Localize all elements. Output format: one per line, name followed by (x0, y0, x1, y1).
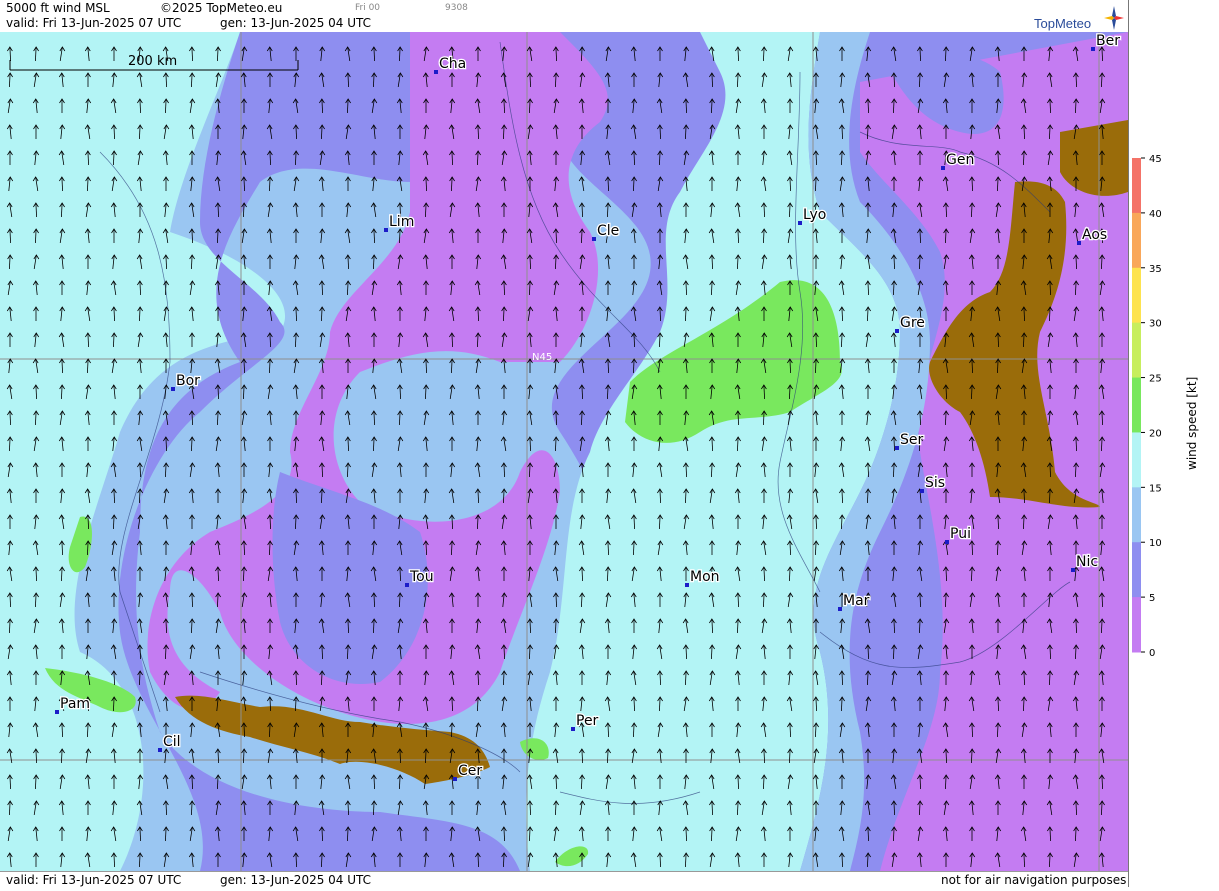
city-marker-icon (1091, 47, 1095, 51)
chart-title: 5000 ft wind MSL (6, 1, 110, 15)
valid-time: valid: Fri 13-Jun-2025 07 UTC (6, 16, 182, 30)
run-code: 9308 (445, 3, 468, 13)
city-label: Lim (389, 214, 414, 230)
legend-tick-label: 35 (1149, 264, 1162, 275)
legend-panel: 45 40 35 30 25 20 15 10 5 0 (1128, 0, 1219, 887)
legend-swatch (1132, 432, 1141, 488)
legend-swatch (1132, 487, 1141, 543)
legend-tick-label: 15 (1149, 483, 1162, 494)
city-marker-icon (405, 583, 409, 587)
city-marker-icon (941, 166, 945, 170)
city-marker-icon (895, 329, 899, 333)
map-svg: N45 200 km Cha Ber Gen Lim Cle LyoAosGreBorSe… (0, 32, 1128, 871)
city-label: Mar (843, 593, 870, 609)
legend-swatch (1132, 377, 1141, 433)
footer-valid-time: valid: Fri 13-Jun-2025 07 UTC (6, 873, 182, 887)
copyright-text: ©2025 TopMeteo.eu (160, 1, 283, 15)
city-label: Sis (925, 475, 945, 491)
grid-label-n45: N45 (532, 352, 552, 363)
legend-tick-label: 10 (1149, 538, 1162, 549)
city-label: Aos (1082, 227, 1107, 243)
legend-label: wind speed [kt] (1185, 376, 1199, 470)
city-label: Per (576, 713, 599, 729)
city-marker-icon (55, 710, 59, 714)
legend-colorbar: 45 40 35 30 25 20 15 10 5 0 (1132, 154, 1162, 659)
disclaimer-text: not for air navigation purposes (941, 873, 1127, 887)
legend-tick-label: 45 (1149, 154, 1162, 165)
legend-swatch (1132, 158, 1141, 214)
city-marker-icon (1077, 241, 1081, 245)
city-label: Cer (458, 763, 482, 779)
city-label: Gre (900, 315, 925, 331)
city-marker-icon (838, 607, 842, 611)
footer-bar: valid: Fri 13-Jun-2025 07 UTC gen: 13-Ju… (0, 871, 1128, 888)
city-label: Mon (690, 569, 720, 585)
city-label: Tou (409, 569, 434, 585)
city-marker-icon (171, 387, 175, 391)
compass-star-icon (1104, 6, 1124, 30)
city-label: Lyo (803, 207, 826, 223)
legend-swatch (1132, 322, 1141, 379)
legend-tick-label: 20 (1149, 428, 1162, 439)
city-label: Cha (439, 56, 466, 72)
city-marker-icon (571, 727, 575, 731)
city-marker-icon (945, 540, 949, 544)
city-marker-icon (685, 583, 689, 587)
city-label: Gen (946, 152, 974, 168)
city-marker-icon (592, 237, 596, 241)
city-label: Ber (1096, 33, 1120, 49)
run-label: Fri 00 (355, 3, 381, 13)
legend-swatch (1132, 542, 1141, 598)
legend-tick-label: 0 (1149, 648, 1155, 659)
city-marker-icon (434, 70, 438, 74)
legend-tick-label: 40 (1149, 209, 1162, 220)
generated-time: gen: 13-Jun-2025 04 UTC (220, 16, 372, 30)
city-label: Bor (176, 373, 200, 389)
city-label: Cil (163, 734, 181, 750)
city-label: Pui (950, 526, 971, 542)
city-marker-icon (1071, 568, 1075, 572)
city-marker-icon (920, 489, 924, 493)
legend-swatch (1132, 212, 1141, 269)
legend-tick-label: 5 (1149, 593, 1155, 604)
city-marker-icon (798, 221, 802, 225)
logo-text: TopMeteo (1034, 16, 1092, 31)
city-label: Pam (60, 696, 90, 712)
city-label: Ser (900, 432, 924, 448)
scale-bar-label: 200 km (128, 54, 177, 69)
city-marker-icon (384, 228, 388, 232)
city-marker-icon (453, 777, 457, 781)
legend-swatch (1132, 267, 1141, 324)
legend-tick-label: 25 (1149, 374, 1162, 385)
legend-swatch (1132, 597, 1141, 653)
topmeteo-logo: TopMeteo (1034, 4, 1128, 32)
city-marker-icon (895, 446, 899, 450)
legend-tick-label: 30 (1149, 319, 1162, 330)
city-label: Cle (597, 223, 619, 239)
city-label: Nic (1076, 554, 1098, 570)
footer-generated-time: gen: 13-Jun-2025 04 UTC (220, 873, 372, 887)
wind-map[interactable]: N45 200 km Cha Ber Gen Lim Cle Lyo Aos G… (0, 32, 1128, 871)
header-bar: 5000 ft wind MSL ©2025 TopMeteo.eu Fri 0… (0, 0, 1128, 33)
city-marker-icon (158, 748, 162, 752)
